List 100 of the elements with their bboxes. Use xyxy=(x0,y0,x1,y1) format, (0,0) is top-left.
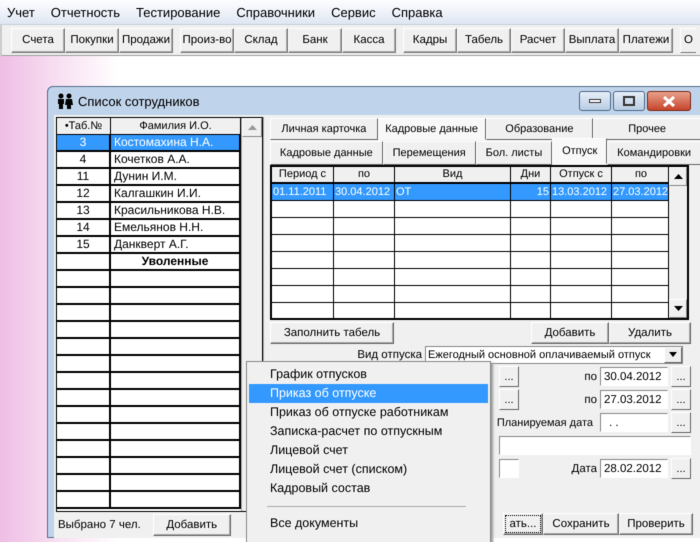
popup-menu-item[interactable]: Лицевой счет (списком) xyxy=(249,460,488,479)
close-icon xyxy=(663,96,675,106)
maximize-icon xyxy=(623,96,635,106)
add-button[interactable]: Добавить xyxy=(531,322,609,344)
menu-item[interactable]: Тестирование xyxy=(133,4,228,20)
toolbar-button[interactable]: Расчет xyxy=(511,28,565,52)
popup-menu-item[interactable]: Кадровый состав xyxy=(249,479,488,498)
minimize-button[interactable] xyxy=(579,91,611,111)
toolbar-button[interactable]: Покупки xyxy=(65,28,119,52)
tab[interactable]: Перемещения xyxy=(382,141,476,165)
table-cell xyxy=(334,269,395,286)
toolbar-button[interactable]: Табель xyxy=(457,28,511,52)
close-button[interactable] xyxy=(647,91,691,111)
browse-button[interactable]: ... xyxy=(671,366,691,387)
table-cell xyxy=(334,218,395,235)
delete-button[interactable]: Удалить xyxy=(609,322,691,344)
tab[interactable]: Бол. листы xyxy=(476,141,552,165)
field-label: Планируемая дата xyxy=(496,416,593,428)
column-header[interactable]: по xyxy=(334,167,395,184)
table-cell: 30.04.2012 xyxy=(334,184,395,201)
browse-button[interactable]: ... xyxy=(499,389,519,410)
menu-item[interactable]: Справка xyxy=(388,4,450,20)
table-cell xyxy=(334,235,395,252)
toolbar-button[interactable]: Выплата xyxy=(565,28,619,52)
table-cell: 4 xyxy=(57,152,111,169)
column-header[interactable]: •Таб.№ xyxy=(57,118,111,135)
menu-item[interactable]: Сервис xyxy=(328,4,383,20)
toolbar-button[interactable]: Касса xyxy=(342,28,396,52)
column-header[interactable]: Фамилия И.О. xyxy=(111,118,242,135)
table-cell xyxy=(511,235,551,252)
text-field[interactable] xyxy=(499,459,519,478)
column-header[interactable]: Отпуск с xyxy=(551,167,612,184)
selection-count: Выбрано 7 чел. xyxy=(58,519,141,531)
toolbar-button[interactable]: Банк xyxy=(288,28,342,52)
form-button[interactable]: ать... xyxy=(503,513,543,535)
toolbar-button[interactable]: Склад xyxy=(234,28,288,52)
table-cell xyxy=(511,286,551,303)
tab[interactable]: Отпуск xyxy=(552,138,608,164)
toolbar-button[interactable]: Произ-во xyxy=(180,28,234,52)
form-button[interactable]: Сохранить xyxy=(543,513,619,535)
date-field[interactable]: 27.03.2012 xyxy=(600,390,668,409)
window-title: Список сотрудников xyxy=(78,94,200,108)
date-field[interactable]: . . xyxy=(600,413,668,432)
tab[interactable]: Прочее xyxy=(593,118,700,140)
toolbar-button[interactable]: Платежи xyxy=(619,28,673,52)
toolbar-button[interactable]: Счета xyxy=(11,28,65,52)
text-field[interactable] xyxy=(499,436,691,455)
field-label: Вид отпуска xyxy=(357,348,422,360)
column-header[interactable]: Дни xyxy=(511,167,551,184)
date-field[interactable]: 30.04.2012 xyxy=(600,367,668,386)
column-header[interactable]: Вид xyxy=(395,167,511,184)
popup-menu-item[interactable]: Лицевой счет xyxy=(249,441,488,460)
form-button[interactable]: Проверить xyxy=(619,513,693,535)
table-cell: 15 xyxy=(57,237,111,254)
maximize-button[interactable] xyxy=(613,91,645,111)
table-cell: 13.03.2012 xyxy=(551,184,612,201)
tab[interactable]: Личная карточка xyxy=(270,118,378,140)
table-cell xyxy=(334,252,395,269)
column-header[interactable]: Период с xyxy=(272,167,334,184)
toolbar-button[interactable]: О xyxy=(680,28,696,52)
scroll-up-icon[interactable] xyxy=(669,167,687,186)
menu-item[interactable]: Справочники xyxy=(233,4,322,20)
minimize-icon xyxy=(589,99,601,103)
popup-menu-item[interactable]: График отпусков xyxy=(249,365,488,384)
table-cell: ОТ xyxy=(395,184,511,201)
table-cell xyxy=(511,201,551,218)
menu-item[interactable]: Отчетность xyxy=(48,4,128,20)
table-cell: 12 xyxy=(57,186,111,203)
tab[interactable]: Кадровые данные xyxy=(270,141,383,165)
table-cell: 01.11.2011 xyxy=(272,184,334,201)
people-icon xyxy=(56,93,74,109)
table-cell: 14 xyxy=(57,220,111,237)
menu-item[interactable]: Учет xyxy=(4,4,42,20)
table-cell xyxy=(511,252,551,269)
popup-menu-item[interactable]: Все документы xyxy=(249,514,488,533)
popup-menu-item[interactable]: Приказ об отпуске работникам xyxy=(249,403,488,422)
browse-button[interactable]: ... xyxy=(499,366,519,387)
add-button[interactable]: Добавить xyxy=(152,514,231,536)
date-field[interactable]: 28.02.2012 xyxy=(600,459,668,478)
table-cell: 13 xyxy=(57,203,111,220)
vacation-type-dropdown[interactable]: Ежегодный основной оплачиваемый отпуск xyxy=(425,346,683,364)
field-label: по xyxy=(584,394,597,406)
table-cell: 27.03.2012 xyxy=(612,184,668,201)
popup-menu-item[interactable]: Записка-расчет по отпускным xyxy=(249,422,488,441)
field-label: по xyxy=(584,370,597,382)
toolbar-button[interactable]: Кадры xyxy=(403,28,457,52)
fill-timesheet-button[interactable]: Заполнить табель xyxy=(270,322,394,344)
table-cell xyxy=(334,286,395,303)
browse-button[interactable]: ... xyxy=(671,458,691,479)
column-header[interactable]: по xyxy=(612,167,668,184)
scroll-down-icon[interactable] xyxy=(669,299,687,318)
table-cell: Костомахина Н.А. xyxy=(111,135,242,152)
table-cell: 3 xyxy=(57,135,111,152)
tab[interactable]: Образование xyxy=(486,118,594,140)
browse-button[interactable]: ... xyxy=(671,412,691,433)
tab[interactable]: Командировки xyxy=(607,141,700,165)
tab[interactable]: Кадровые данные xyxy=(378,118,486,140)
browse-button[interactable]: ... xyxy=(671,389,691,410)
field-label: Дата xyxy=(572,462,597,474)
toolbar-button[interactable]: Продажи xyxy=(119,28,173,52)
